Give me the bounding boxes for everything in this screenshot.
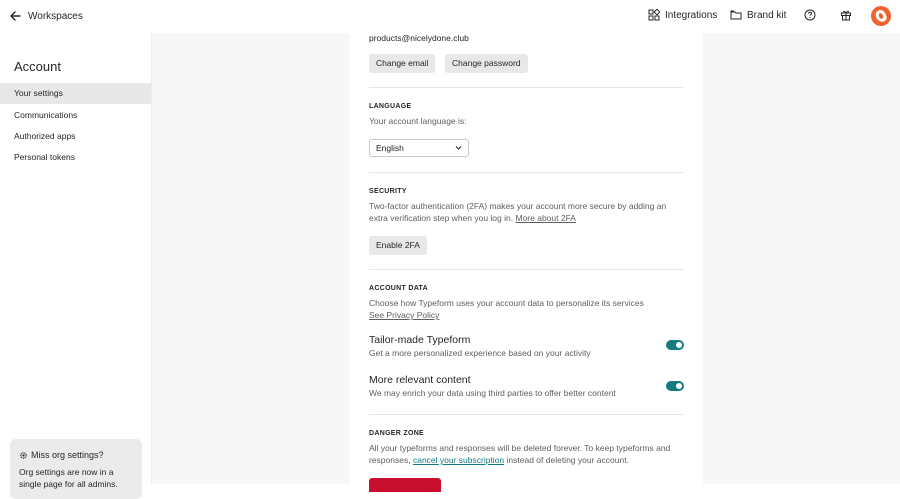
- relevant-content-description: We may enrich your data using third part…: [369, 388, 616, 398]
- account-data-description: Choose how Typeform uses your account da…: [369, 298, 644, 308]
- divider: [369, 414, 684, 415]
- cancel-subscription-link[interactable]: cancel your subscription: [413, 455, 504, 465]
- left-gutter: [152, 33, 349, 484]
- org-settings-notice: Miss org settings? Org settings are now …: [10, 439, 142, 499]
- sidebar: Account Your settings Communications Aut…: [0, 33, 152, 499]
- delete-account-button[interactable]: [369, 478, 441, 492]
- danger-zone-description: All your typeforms and responses will be…: [369, 443, 671, 453]
- right-gutter: [703, 33, 900, 484]
- sidebar-item-your-settings[interactable]: Your settings: [0, 83, 151, 104]
- top-bar: Workspaces Integrations Brand kit: [0, 0, 900, 33]
- relevant-content-toggle[interactable]: [666, 381, 684, 391]
- language-select[interactable]: English: [369, 139, 469, 157]
- help-icon: [804, 9, 816, 21]
- danger-zone-text-pre: responses,: [369, 455, 411, 465]
- tailor-made-title: Tailor-made Typeform: [369, 334, 471, 346]
- integrations-label: Integrations: [665, 9, 718, 21]
- sidebar-item-personal-tokens[interactable]: Personal tokens: [0, 147, 151, 168]
- notice-body: Org settings are now in a single page fo…: [19, 467, 118, 489]
- sidebar-item-communications[interactable]: Communications: [0, 105, 151, 126]
- integrations-icon: [648, 9, 660, 21]
- language-selected-value: English: [376, 143, 404, 153]
- account-data-heading: ACCOUNT DATA: [369, 285, 428, 292]
- account-email: products@nicelydone.club: [369, 33, 469, 43]
- sidebar-item-authorized-apps[interactable]: Authorized apps: [0, 126, 151, 147]
- back-arrow-icon[interactable]: [8, 9, 22, 23]
- danger-zone-description-line2: responses, cancel your subscription inst…: [369, 454, 629, 466]
- security-description-line2: extra verification step when you log in.…: [369, 212, 576, 224]
- chevron-down-icon: [455, 146, 462, 150]
- brand-kit-button[interactable]: Brand kit: [730, 9, 786, 21]
- gift-button[interactable]: [840, 9, 852, 21]
- sidebar-title: Account: [14, 59, 61, 74]
- avatar[interactable]: [871, 6, 891, 26]
- language-description: Your account language is:: [369, 116, 467, 126]
- danger-zone-text-post: instead of deleting your account.: [506, 455, 629, 465]
- notice-title: Miss org settings?: [19, 450, 104, 460]
- help-button[interactable]: [804, 9, 816, 21]
- enable-2fa-button[interactable]: Enable 2FA: [369, 236, 427, 255]
- settings-panel: products@nicelydone.club Change email Ch…: [349, 33, 703, 492]
- tailor-made-description: Get a more personalized experience based…: [369, 348, 591, 358]
- security-heading: SECURITY: [369, 188, 407, 195]
- gift-icon: [841, 10, 851, 21]
- workspaces-link[interactable]: Workspaces: [28, 11, 83, 22]
- relevant-content-title: More relevant content: [369, 374, 471, 386]
- danger-zone-heading: DANGER ZONE: [369, 430, 425, 437]
- integrations-button[interactable]: Integrations: [648, 9, 717, 21]
- tailor-made-toggle[interactable]: [666, 340, 684, 350]
- language-heading: LANGUAGE: [369, 103, 412, 110]
- brand-kit-icon: [730, 10, 742, 20]
- divider: [369, 87, 684, 88]
- change-password-button[interactable]: Change password: [445, 54, 528, 73]
- gear-icon: [20, 451, 27, 459]
- brand-kit-label: Brand kit: [747, 9, 787, 21]
- security-description: Two-factor authentication (2FA) makes yo…: [369, 201, 667, 211]
- change-email-button[interactable]: Change email: [369, 54, 436, 73]
- divider: [369, 172, 684, 173]
- more-about-2fa-link[interactable]: More about 2FA: [515, 213, 575, 223]
- privacy-policy-link[interactable]: See Privacy Policy: [369, 309, 439, 321]
- notice-title-text: Miss org settings?: [31, 450, 104, 460]
- divider: [369, 269, 684, 270]
- security-description-text: extra verification step when you log in.: [369, 213, 514, 223]
